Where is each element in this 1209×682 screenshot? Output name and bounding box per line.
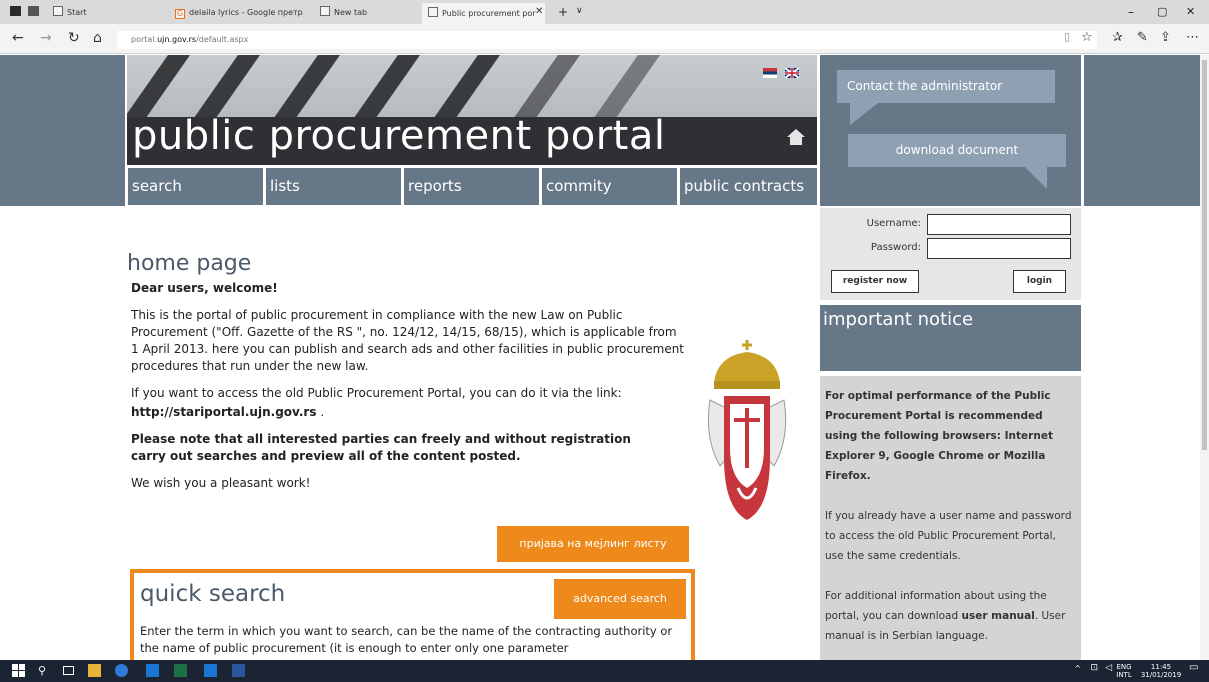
search-icon[interactable]: ⚲ [38,664,51,677]
web-page: public procurement portal search lists r… [0,55,1209,660]
forward-icon[interactable]: → [40,30,52,46]
nav-reports[interactable]: reports [403,168,539,205]
username-input[interactable] [927,214,1071,235]
user-manual-link[interactable]: user manual [962,610,1035,622]
page-title: home page [127,251,252,276]
more-icon[interactable]: ⋯ [1186,30,1199,45]
password-input[interactable] [927,238,1071,259]
edge-icon[interactable] [115,664,128,677]
header-band-right [1084,55,1200,206]
browser-recommendation: For optimal performance of the Public Pr… [825,390,1053,482]
url-field[interactable]: portal.ujn.gov.rs/default.aspx [117,31,1097,49]
tray-chevron-icon[interactable]: ^ [1074,665,1081,673]
share-icon[interactable]: ⇪ [1160,30,1171,45]
old-portal-link[interactable]: http://stariportal.ujn.gov.rs [131,405,317,419]
manual-note: For additional information about using t… [825,590,1066,642]
nav-public-contracts[interactable]: public contracts [679,168,817,205]
reading-view-icon[interactable]: ▯ [1064,30,1070,43]
credentials-note: If you already have a user name and pass… [825,510,1072,562]
intro-text: This is the portal of public procurement… [131,308,685,373]
quick-search-help: Enter the term in which you want to sear… [140,624,673,655]
address-bar-row: ← → ↻ ⌂ portal.ujn.gov.rs/default.aspx ▯… [0,24,1209,54]
volume-icon[interactable]: ◁ [1105,664,1112,673]
outlook-icon-2[interactable] [204,664,217,677]
close-tab-icon[interactable]: ✕ [535,6,543,17]
google-icon: G [175,9,185,19]
tab-new-tab[interactable]: New tab [296,4,406,22]
header-right-panel: Contact the administrator download docum… [820,55,1081,206]
favorites-hub-icon[interactable]: ✰ [1112,30,1123,45]
windows-taskbar: ⚲ ^ ⊡ ◁ ENG INTL 11:45 31/01/2019 ▭ [0,660,1209,682]
callout-pointer [850,103,878,125]
minimize-icon[interactable]: – [1128,5,1134,19]
header-band-left [0,55,125,206]
registration-note: Please note that all interested parties … [131,432,631,463]
set-aside-tabs-icon[interactable] [10,6,21,16]
site-title: public procurement portal [132,113,666,159]
word-icon[interactable] [232,664,245,677]
network-icon[interactable]: ⊡ [1090,664,1098,673]
old-portal-text: If you want to access the old Public Pro… [131,386,622,400]
download-document-button[interactable]: download document [848,134,1066,167]
mailing-list-button[interactable]: пријава на мејлинг листу [497,526,689,562]
task-view-icon[interactable] [63,666,74,675]
wish-text: We wish you a pleasant work! [131,476,311,490]
tab-public-procurement[interactable]: Public procurement por [422,3,545,24]
excel-icon[interactable] [174,664,187,677]
advanced-search-button[interactable]: advanced search [554,579,686,619]
chevron-down-icon[interactable]: ∨ [576,6,583,16]
language-indicator[interactable]: ENG INTL [1115,663,1133,679]
header-banner: public procurement portal [127,55,817,165]
page-icon [428,7,438,17]
welcome-text: Dear users, welcome! [131,281,278,295]
clock[interactable]: 11:45 31/01/2019 [1137,663,1185,679]
pen-icon[interactable]: ✎ [1137,30,1148,45]
new-tab-icon[interactable]: + [558,5,568,19]
close-window-icon[interactable]: ✕ [1186,5,1195,18]
home-icon[interactable] [786,128,806,146]
notifications-icon[interactable]: ▭ [1189,663,1201,673]
register-button[interactable]: register now [831,270,919,293]
nav-lists[interactable]: lists [265,168,401,205]
important-notice-header: important notice [820,305,1081,371]
new-tab-page-icon [320,6,330,16]
maximize-icon[interactable]: ▢ [1157,5,1167,18]
serbian-coat-of-arms-icon [707,340,787,520]
login-button[interactable]: login [1013,270,1066,293]
windows-start-icon[interactable] [12,664,25,677]
important-notice-body: For optimal performance of the Public Pr… [820,376,1081,660]
main-content: home page Dear users, welcome! This is t… [127,251,697,502]
browser-tab-bar: Start Gdelaila lyrics - Google претр New… [0,0,1209,24]
callout-pointer-2 [1025,167,1047,189]
language-flags [763,63,807,82]
nav-commity[interactable]: commity [541,168,677,205]
quick-search-box: quick search advanced search Enter the t… [130,569,695,660]
file-explorer-icon[interactable] [88,664,101,677]
contact-administrator-button[interactable]: Contact the administrator [837,70,1055,103]
start-page-icon [53,6,63,16]
serbian-flag-icon[interactable] [763,68,777,78]
refresh-icon[interactable]: ↻ [68,30,80,46]
favorite-star-icon[interactable]: ☆ [1081,30,1093,45]
tab-preview-icon[interactable] [28,6,39,16]
outlook-icon[interactable] [146,664,159,677]
login-box: Username: Password: register now login [820,208,1081,300]
nav-search[interactable]: search [127,168,263,205]
scrollbar-thumb[interactable] [1202,60,1207,450]
tab-start[interactable]: Start [53,4,163,22]
back-icon[interactable]: ← [12,30,24,46]
home-icon[interactable]: ⌂ [93,30,102,46]
uk-flag-icon[interactable] [785,68,799,78]
